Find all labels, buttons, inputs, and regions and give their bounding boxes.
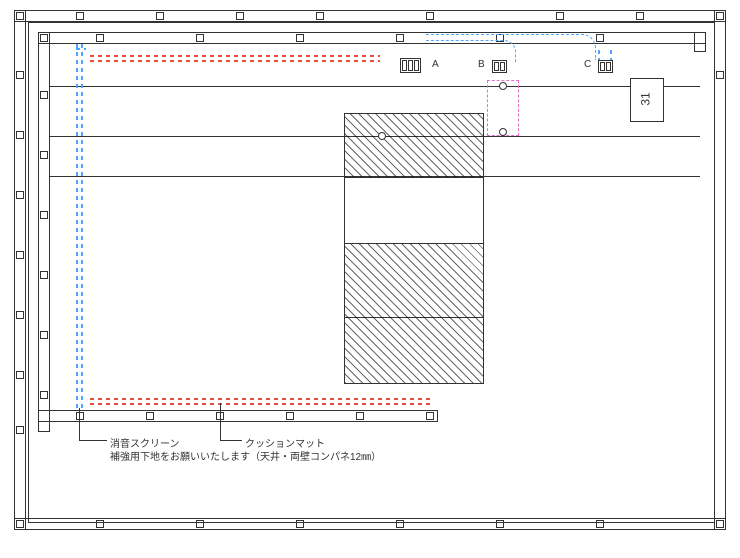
note-reinforce: 補強用下地をお願いいたします（天井・両壁コンパネ12㎜） <box>110 448 381 463</box>
mat-line-top <box>90 55 380 57</box>
screen-line-2 <box>81 44 83 408</box>
outlet-a <box>400 58 421 73</box>
outer-wall-right-outer <box>714 10 726 530</box>
room-number: 31 <box>639 92 653 105</box>
mat-line-top-2 <box>90 60 380 62</box>
outer-wall-top-outer <box>14 10 726 22</box>
outlet-c-label: C <box>584 59 591 70</box>
mat-line-bottom <box>90 398 430 400</box>
cable-arc-b <box>426 40 516 62</box>
guide-line-1 <box>50 86 700 87</box>
mat-line-bottom-2 <box>90 403 430 405</box>
floor-plan-diagram: A B C 31 消音スクリーン クッションマット 補強用下地をお願いいたします… <box>0 0 740 558</box>
outlet-c <box>598 60 613 73</box>
outer-wall-bottom-outer <box>14 518 726 530</box>
hatched-panel <box>344 113 484 318</box>
outer-wall-right-inner <box>694 32 706 52</box>
outer-wall-left-outer <box>14 10 26 530</box>
outer-wall-top-inner <box>38 32 706 44</box>
screen-line <box>76 44 78 408</box>
inner-wall-bottom <box>38 410 438 422</box>
